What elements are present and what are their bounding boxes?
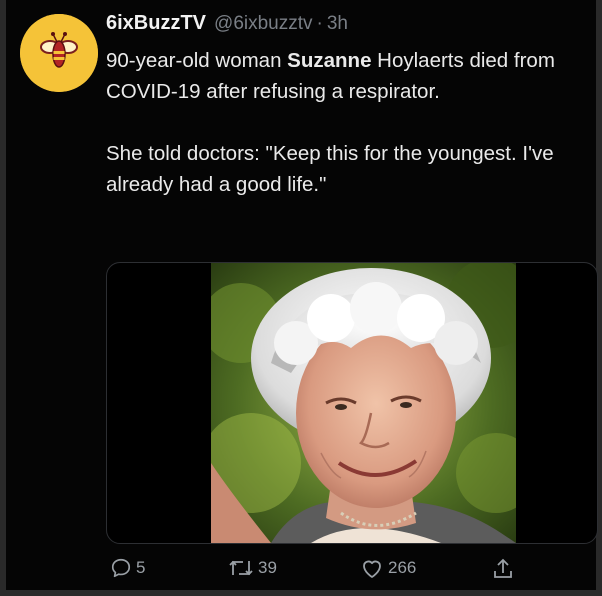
like-button[interactable]: 266 bbox=[360, 557, 416, 579]
tweet-text-bold-name: Suzanne bbox=[287, 49, 372, 72]
author-name[interactable]: 6ixBuzzTV bbox=[106, 12, 206, 35]
bee-logo-icon bbox=[20, 14, 98, 92]
tweet-header: 6ixBuzzTV @6ixbuzztv · 3h bbox=[106, 12, 348, 42]
reply-icon bbox=[111, 558, 131, 578]
share-icon bbox=[494, 558, 512, 578]
tweet-body: 90-year-old woman Suzanne Hoylaerts died… bbox=[106, 45, 596, 200]
header-separator: · bbox=[316, 13, 323, 34]
retweet-count: 39 bbox=[258, 558, 277, 577]
tweet-timestamp[interactable]: 3h bbox=[327, 13, 348, 35]
heart-icon bbox=[363, 560, 381, 578]
like-count: 266 bbox=[388, 558, 417, 577]
tweet-text-pre: 90-year-old woman bbox=[106, 49, 288, 72]
tweet-paragraph-2: She told doctors: "Keep this for the you… bbox=[106, 142, 554, 196]
retweet-icon bbox=[229, 560, 253, 576]
tweet-photo[interactable] bbox=[211, 263, 516, 543]
tweet-actions: 5 39 266 bbox=[110, 557, 540, 587]
author-handle[interactable]: @6ixbuzztv bbox=[214, 13, 313, 35]
tweet-media[interactable] bbox=[106, 262, 598, 544]
share-button[interactable] bbox=[492, 557, 514, 581]
profile-avatar[interactable] bbox=[20, 14, 98, 92]
retweet-button[interactable]: 39 bbox=[228, 557, 277, 579]
tweet-paragraph-1: 90-year-old woman Suzanne Hoylaerts died… bbox=[106, 45, 596, 107]
tweet-card[interactable]: 6ixBuzzTV @6ixbuzztv · 3h 90-year-old wo… bbox=[6, 0, 598, 590]
elderly-woman-photo-icon bbox=[211, 263, 516, 543]
reply-button[interactable]: 5 bbox=[110, 557, 145, 579]
reply-count: 5 bbox=[136, 558, 146, 577]
